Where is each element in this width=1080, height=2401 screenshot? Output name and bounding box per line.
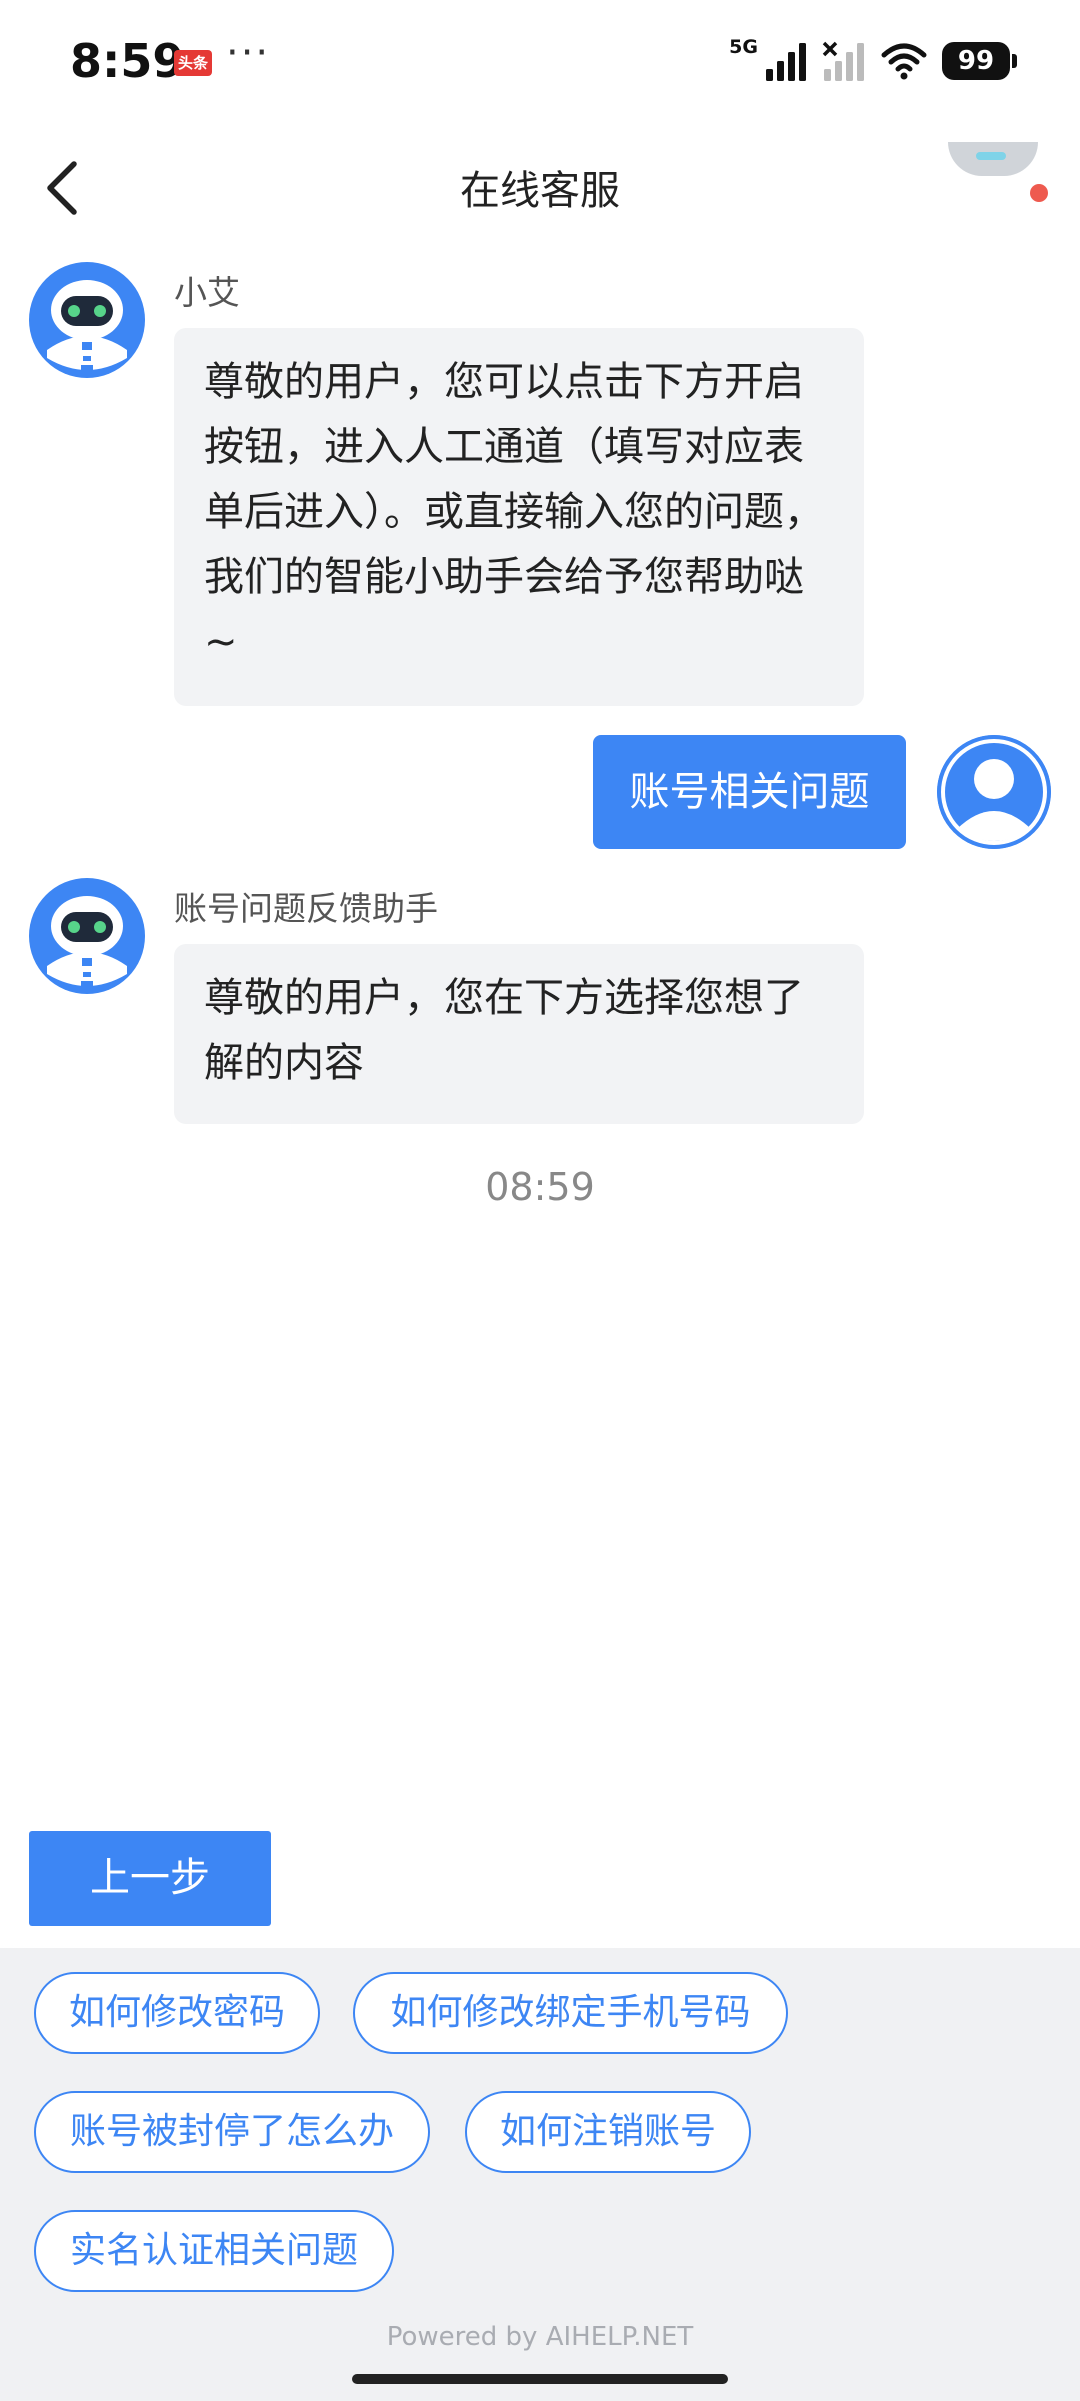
header: 在线客服 bbox=[0, 130, 1080, 240]
option-chip[interactable]: 如何修改密码 bbox=[34, 1972, 320, 2054]
agent-avatar-button[interactable] bbox=[948, 142, 1048, 202]
option-chip[interactable]: 账号被封停了怎么办 bbox=[34, 2091, 430, 2173]
robot-icon bbox=[29, 878, 145, 994]
powered-by-footer: Powered by AIHELP.NET bbox=[386, 2322, 694, 2352]
notification-dot bbox=[1030, 184, 1048, 202]
option-chip[interactable]: 如何注销账号 bbox=[465, 2091, 751, 2173]
home-indicator[interactable] bbox=[352, 2374, 728, 2384]
message-timestamp: 08:59 bbox=[485, 1165, 595, 1209]
option-chip[interactable]: 实名认证相关问题 bbox=[34, 2210, 394, 2292]
user-icon bbox=[937, 735, 1051, 849]
agent-avatar bbox=[948, 142, 1038, 176]
bot-name: 小艾 bbox=[174, 273, 240, 312]
user-message-bubble: 账号相关问题 bbox=[593, 735, 906, 849]
signal-no-service-icon bbox=[822, 41, 864, 81]
bot-avatar bbox=[29, 878, 145, 994]
option-chip[interactable]: 如何修改绑定手机号码 bbox=[353, 1972, 788, 2054]
status-time: 8:59 bbox=[70, 34, 185, 88]
network-type: 5G bbox=[729, 36, 758, 58]
user-avatar bbox=[937, 735, 1051, 849]
status-bar: 8:59 头条 ··· 5G 99 bbox=[0, 0, 1080, 120]
bot-message-bubble: 尊敬的用户，您在下方选择您想了解的内容 bbox=[174, 944, 864, 1124]
battery-icon: 99 bbox=[942, 42, 1017, 80]
page-title: 在线客服 bbox=[460, 168, 620, 214]
more-notifications-icon: ··· bbox=[226, 30, 271, 76]
bot-message-bubble: 尊敬的用户，您可以点击下方开启按钮，进入人工通道（填写对应表单后进入）。或直接输… bbox=[174, 328, 864, 706]
bot-name: 账号问题反馈助手 bbox=[174, 889, 438, 928]
status-icons: 5G 99 bbox=[729, 36, 1017, 86]
wifi-icon bbox=[881, 43, 927, 80]
robot-icon bbox=[29, 262, 145, 378]
bot-avatar bbox=[29, 262, 145, 378]
app-badge-icon: 头条 bbox=[174, 50, 212, 76]
signal-icon bbox=[766, 43, 806, 81]
previous-step-button[interactable]: 上一步 bbox=[29, 1831, 271, 1926]
